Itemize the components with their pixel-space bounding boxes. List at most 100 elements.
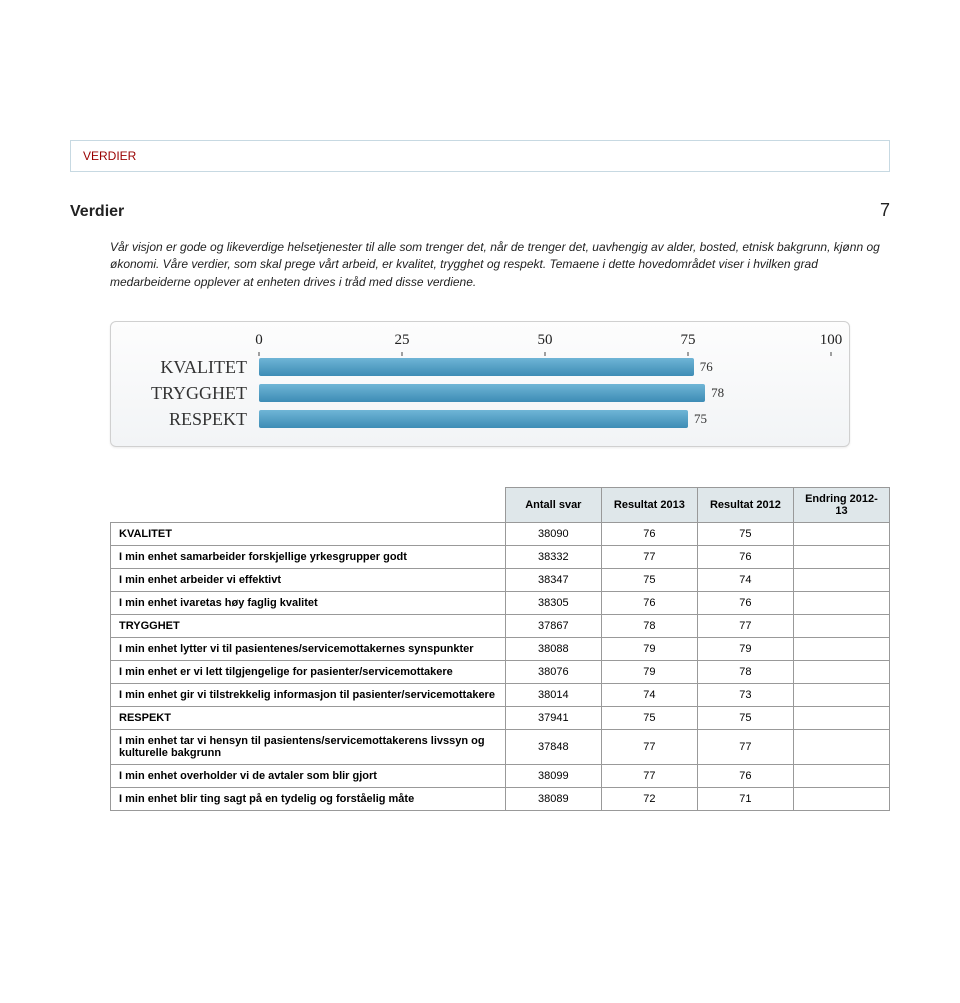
chart-tick-label: 50 [538,332,553,349]
table-cell: 75 [601,569,697,592]
chart-bar-value: 76 [700,359,713,375]
chart-axis: 0255075100 [259,332,831,354]
intro-paragraph: Vår visjon er gode og likeverdige helset… [70,239,890,291]
table-row-label: I min enhet blir ting sagt på en tydelig… [111,788,506,811]
chart-label-kvalitet: KVALITET [129,354,247,380]
table-header-endring: Endring 2012-13 [793,488,889,523]
table-cell [793,730,889,765]
table-cell: 76 [601,523,697,546]
chart-bar-value: 75 [694,411,707,427]
table-cell [793,638,889,661]
table-cell: 75 [697,707,793,730]
table-cell [793,592,889,615]
table-row: I min enhet er vi lett tilgjengelige for… [111,661,890,684]
chart-panel: KVALITET TRYGGHET RESPEKT 0255075100 767… [110,321,850,447]
table-cell: 77 [601,546,697,569]
table-header-empty [111,488,506,523]
table-row-label: I min enhet lytter vi til pasientenes/se… [111,638,506,661]
table-cell: 77 [697,730,793,765]
table-cell: 78 [601,615,697,638]
table-row-label: I min enhet samarbeider forskjellige yrk… [111,546,506,569]
table-cell: 74 [601,684,697,707]
chart-bar-row: 76 [259,354,831,380]
table-row: I min enhet blir ting sagt på en tydelig… [111,788,890,811]
table-header-res2013: Resultat 2013 [601,488,697,523]
table-cell: 79 [601,661,697,684]
table-row-label: I min enhet overholder vi de avtaler som… [111,765,506,788]
table-cell: 38076 [505,661,601,684]
section-header-row: Verdier 7 [70,200,890,221]
section-title: Verdier [70,203,124,221]
table-cell [793,788,889,811]
table-header-row: Antall svar Resultat 2013 Resultat 2012 … [111,488,890,523]
table-cell: 38332 [505,546,601,569]
chart-bar [259,358,694,376]
table-cell: 76 [697,592,793,615]
table-cell [793,615,889,638]
chart-label-trygghet: TRYGGHET [129,380,247,406]
chart-tick-label: 25 [395,332,410,349]
table-row: RESPEKT379417575 [111,707,890,730]
table-cell: 37848 [505,730,601,765]
table-cell: 38089 [505,788,601,811]
chart-tick-label: 0 [255,332,263,349]
page-number: 7 [880,200,890,221]
chart-bars: 767875 [259,354,831,432]
table-cell [793,523,889,546]
table-row-label: RESPEKT [111,707,506,730]
table-cell: 38014 [505,684,601,707]
table-cell [793,546,889,569]
table-cell: 72 [601,788,697,811]
table-cell: 73 [697,684,793,707]
table-cell [793,707,889,730]
table-header-antall: Antall svar [505,488,601,523]
table-row: I min enhet tar vi hensyn til pasientens… [111,730,890,765]
table-cell: 75 [697,523,793,546]
table-row: I min enhet overholder vi de avtaler som… [111,765,890,788]
table-cell [793,684,889,707]
table-cell: 38099 [505,765,601,788]
table-row: KVALITET380907675 [111,523,890,546]
table-cell: 38088 [505,638,601,661]
chart-bar-row: 75 [259,406,831,432]
table-cell: 38090 [505,523,601,546]
table-cell: 77 [601,765,697,788]
table-row-label: I min enhet gir vi tilstrekkelig informa… [111,684,506,707]
table-row: I min enhet lytter vi til pasientenes/se… [111,638,890,661]
header-band [0,0,960,140]
table-row-label: KVALITET [111,523,506,546]
breadcrumb-label: VERDIER [83,149,136,163]
table-cell [793,661,889,684]
table-row-label: I min enhet tar vi hensyn til pasientens… [111,730,506,765]
table-row-label: TRYGGHET [111,615,506,638]
chart-tick-label: 75 [681,332,696,349]
results-table: Antall svar Resultat 2013 Resultat 2012 … [110,487,890,811]
table-row-label: I min enhet er vi lett tilgjengelige for… [111,661,506,684]
table-cell: 77 [601,730,697,765]
table-cell: 38305 [505,592,601,615]
table-row: TRYGGHET378677877 [111,615,890,638]
table-cell [793,765,889,788]
table-cell: 78 [697,661,793,684]
table-row: I min enhet arbeider vi effektivt3834775… [111,569,890,592]
chart-category-labels: KVALITET TRYGGHET RESPEKT [129,332,259,432]
table-cell: 37941 [505,707,601,730]
breadcrumb-box: VERDIER [70,140,890,172]
table-cell: 74 [697,569,793,592]
table-cell: 75 [601,707,697,730]
chart-plot: 0255075100 767875 [259,332,831,432]
table-row: I min enhet samarbeider forskjellige yrk… [111,546,890,569]
table-cell: 76 [601,592,697,615]
table-row-label: I min enhet ivaretas høy faglig kvalitet [111,592,506,615]
content-area: VERDIER Verdier 7 Vår visjon er gode og … [0,140,960,841]
chart-tick-label: 100 [820,332,843,349]
table-cell: 77 [697,615,793,638]
table-cell: 76 [697,546,793,569]
chart-bar [259,410,688,428]
table-row: I min enhet gir vi tilstrekkelig informa… [111,684,890,707]
table-cell [793,569,889,592]
chart-bar [259,384,705,402]
table-cell: 79 [697,638,793,661]
table-row: I min enhet ivaretas høy faglig kvalitet… [111,592,890,615]
chart-label-respekt: RESPEKT [129,406,247,432]
